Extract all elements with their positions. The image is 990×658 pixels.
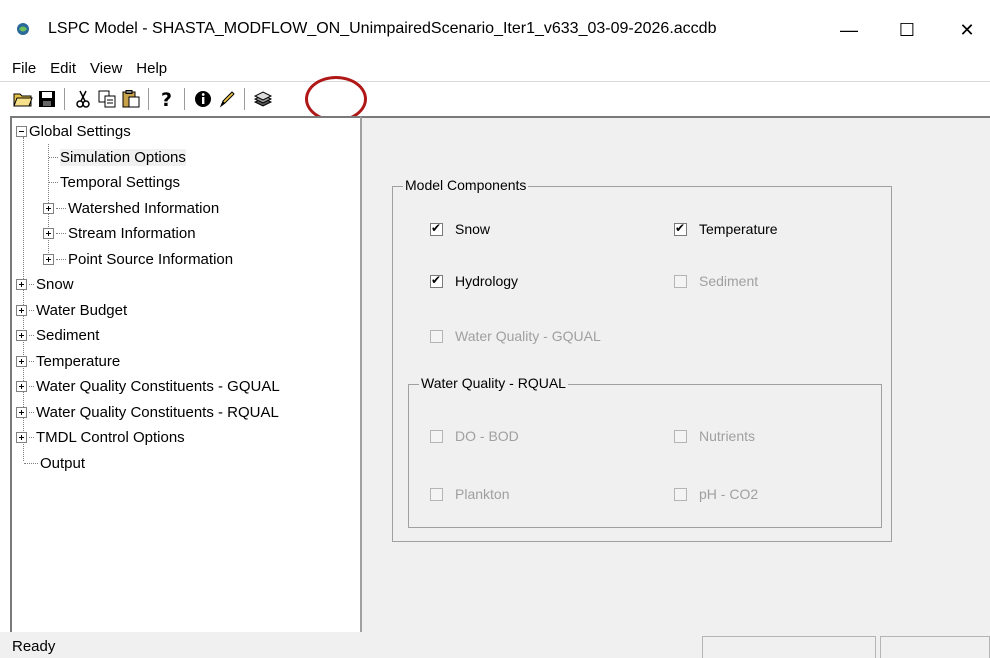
close-button[interactable]: ✕ bbox=[944, 14, 990, 46]
toolbar-separator bbox=[64, 87, 66, 110]
checkbox-box bbox=[430, 429, 443, 443]
ph-co2-checkbox: pH - CO2 bbox=[674, 486, 758, 502]
menu-edit[interactable]: Edit bbox=[46, 60, 86, 77]
status-text: Ready bbox=[12, 638, 56, 655]
tree-node-wq-gqual[interactable]: Water Quality Constituents - GQUAL bbox=[16, 375, 280, 397]
expand-icon[interactable] bbox=[43, 227, 54, 239]
do-bod-checkbox: DO - BOD bbox=[430, 428, 519, 444]
plankton-checkbox: Plankton bbox=[430, 486, 509, 502]
expand-icon[interactable] bbox=[16, 278, 27, 290]
tree-node-temporal-settings[interactable]: Temporal Settings bbox=[49, 171, 180, 193]
model-components-group: Model Components Snow Temperature Hydrol… bbox=[392, 177, 892, 542]
expand-icon[interactable] bbox=[43, 202, 54, 214]
edit-pencil-icon[interactable] bbox=[216, 88, 238, 110]
status-pane bbox=[880, 636, 990, 658]
collapse-icon[interactable] bbox=[16, 125, 27, 137]
checkbox-box bbox=[674, 429, 687, 443]
checkbox-box[interactable] bbox=[430, 221, 443, 236]
help-icon[interactable]: ? bbox=[156, 88, 178, 110]
menu-bar: File Edit View Help bbox=[0, 56, 990, 80]
tree-node-stream-information[interactable]: Stream Information bbox=[43, 222, 196, 244]
temperature-checkbox[interactable]: Temperature bbox=[674, 221, 778, 237]
run-layers-icon[interactable] bbox=[252, 88, 274, 110]
status-pane bbox=[702, 636, 876, 658]
expand-icon[interactable] bbox=[16, 380, 27, 392]
toolbar-separator bbox=[184, 87, 186, 110]
settings-tree: Global Settings Simulation Options Tempo… bbox=[10, 116, 360, 632]
tree-node-point-source-information[interactable]: Point Source Information bbox=[43, 248, 233, 270]
wq-gqual-checkbox: Water Quality - GQUAL bbox=[430, 328, 601, 344]
menu-view[interactable]: View bbox=[86, 60, 132, 77]
checkbox-box bbox=[430, 487, 443, 501]
nutrients-checkbox: Nutrients bbox=[674, 428, 755, 444]
minimize-button[interactable]: — bbox=[826, 14, 872, 46]
tree-node-snow[interactable]: Snow bbox=[16, 273, 74, 295]
checkbox-box bbox=[430, 329, 443, 343]
menu-file[interactable]: File bbox=[8, 60, 46, 77]
title-bar: LSPC Model - SHASTA_MODFLOW_ON_Unimpaire… bbox=[0, 0, 990, 56]
checkbox-box bbox=[674, 274, 687, 288]
save-icon[interactable] bbox=[36, 88, 58, 110]
tree-node-watershed-information[interactable]: Watershed Information bbox=[43, 197, 219, 219]
rqual-group: Water Quality - RQUAL DO - BOD Nutrients… bbox=[408, 375, 882, 528]
tree-node-wq-rqual[interactable]: Water Quality Constituents - RQUAL bbox=[16, 401, 279, 423]
snow-checkbox[interactable]: Snow bbox=[430, 221, 490, 237]
toolbar-separator bbox=[148, 87, 150, 110]
menu-help[interactable]: Help bbox=[132, 60, 177, 77]
expand-icon[interactable] bbox=[16, 431, 27, 443]
info-icon[interactable] bbox=[192, 88, 214, 110]
hydrology-checkbox[interactable]: Hydrology bbox=[430, 273, 518, 289]
rqual-title: Water Quality - RQUAL bbox=[419, 375, 568, 391]
model-components-title: Model Components bbox=[403, 177, 529, 193]
sediment-checkbox: Sediment bbox=[674, 273, 758, 289]
tree-node-water-budget[interactable]: Water Budget bbox=[16, 299, 127, 321]
tree-node-output[interactable]: Output bbox=[24, 452, 85, 474]
svg-text:?: ? bbox=[161, 89, 172, 109]
simulation-options-panel: Model Components Snow Temperature Hydrol… bbox=[360, 116, 990, 632]
toolbar: ? bbox=[0, 81, 990, 115]
tree-node-sediment[interactable]: Sediment bbox=[16, 324, 99, 346]
checkbox-box bbox=[674, 487, 687, 501]
copy-icon[interactable] bbox=[96, 88, 118, 110]
checkbox-box[interactable] bbox=[674, 221, 687, 236]
toolbar-separator bbox=[244, 87, 246, 110]
window-title: LSPC Model - SHASTA_MODFLOW_ON_Unimpaire… bbox=[48, 20, 717, 37]
maximize-button[interactable]: ☐ bbox=[884, 14, 930, 46]
status-bar: Ready bbox=[0, 632, 990, 658]
paste-icon[interactable] bbox=[120, 88, 142, 110]
open-folder-icon[interactable] bbox=[12, 88, 34, 110]
expand-icon[interactable] bbox=[43, 253, 54, 265]
expand-icon[interactable] bbox=[16, 406, 27, 418]
app-icon bbox=[17, 23, 29, 35]
tree-node-tmdl-control-options[interactable]: TMDL Control Options bbox=[16, 426, 185, 448]
expand-icon[interactable] bbox=[16, 355, 27, 367]
expand-icon[interactable] bbox=[16, 329, 27, 341]
tree-node-temperature[interactable]: Temperature bbox=[16, 350, 120, 372]
tree-node-simulation-options[interactable]: Simulation Options bbox=[49, 146, 186, 168]
tree-node-global-settings[interactable]: Global Settings bbox=[16, 120, 131, 142]
expand-icon[interactable] bbox=[16, 304, 27, 316]
checkbox-box[interactable] bbox=[430, 273, 443, 288]
cut-icon[interactable] bbox=[72, 88, 94, 110]
